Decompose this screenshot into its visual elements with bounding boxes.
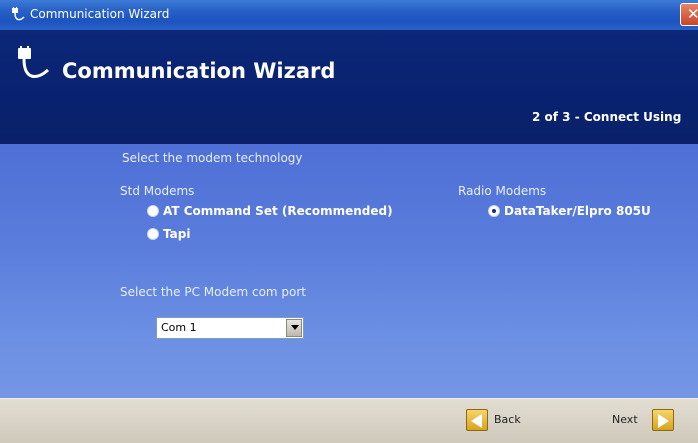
step-indicator: 2 of 3 - Connect Using	[532, 110, 682, 124]
close-button[interactable]: ✕	[680, 3, 698, 26]
wizard-window: Communication Wizard ✕ Communication Wiz…	[0, 0, 698, 443]
radio-button[interactable]	[147, 228, 159, 240]
next-arrow-icon	[652, 409, 674, 431]
radio-modems-label: Radio Modems	[458, 184, 547, 198]
back-button[interactable]: Back	[466, 407, 536, 435]
port-label: Select the PC Modem com port	[120, 285, 307, 299]
next-button[interactable]: Next	[612, 407, 692, 435]
plug-cable-icon	[12, 7, 25, 21]
next-label: Next	[612, 413, 638, 426]
com-port-value: Com 1	[161, 321, 197, 334]
radio-button[interactable]	[147, 205, 159, 217]
page-title: Communication Wizard	[62, 59, 336, 83]
close-icon: ✕	[687, 5, 698, 23]
window-title: Communication Wizard	[30, 7, 170, 21]
instruction-label: Select the modem technology	[122, 151, 303, 165]
title-bar[interactable]: Communication Wizard ✕	[0, 0, 698, 30]
com-port-select[interactable]: Com 1	[156, 317, 304, 339]
plug-cable-icon	[18, 46, 50, 78]
wizard-header: Communication Wizard 2 of 3 - Connect Us…	[0, 30, 698, 144]
radio-label: DataTaker/Elpro 805U	[504, 204, 651, 218]
radio-button[interactable]	[488, 205, 500, 217]
radio-label: Tapi	[163, 227, 191, 241]
chevron-down-icon	[291, 325, 299, 330]
wizard-footer: Back Next	[0, 398, 698, 443]
radio-label: AT Command Set (Recommended)	[163, 204, 393, 218]
dropdown-button[interactable]	[286, 319, 302, 337]
back-arrow-icon	[466, 409, 488, 431]
std-modems-label: Std Modems	[120, 184, 195, 198]
back-label: Back	[494, 413, 521, 426]
wizard-content: Select the modem technology Std Modems R…	[0, 144, 698, 398]
